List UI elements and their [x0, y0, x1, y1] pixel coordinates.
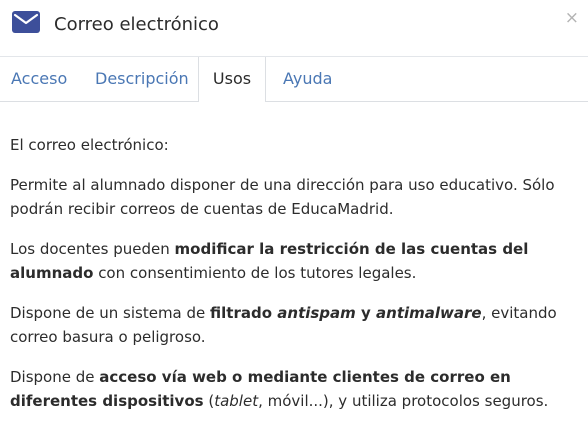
paragraph-acceso: Dispone de acceso vía web o mediante cli… — [10, 368, 549, 410]
paragraph-filtrado: Dispone de un sistema de filtrado antisp… — [10, 304, 557, 346]
dialog-header: Correo electrónico × — [0, 0, 588, 57]
tab-bar: Acceso Descripción Usos Ayuda — [0, 57, 588, 102]
paragraph-restriccion: Los docentes pueden modificar la restric… — [10, 240, 529, 282]
usos-content: El correo electrónico: Permite al alumna… — [10, 133, 578, 429]
tab-ayuda[interactable]: Ayuda — [283, 57, 332, 101]
close-button[interactable]: × — [565, 8, 579, 28]
paragraph-direccion: Permite al alumnado disponer de una dire… — [10, 176, 555, 218]
tab-descripcion[interactable]: Descripción — [95, 57, 189, 101]
intro-text: El correo electrónico: — [10, 136, 169, 154]
tab-acceso[interactable]: Acceso — [11, 57, 67, 101]
envelope-icon — [12, 11, 40, 33]
tab-usos[interactable]: Usos — [198, 57, 266, 102]
dialog-title: Correo electrónico — [54, 14, 219, 35]
